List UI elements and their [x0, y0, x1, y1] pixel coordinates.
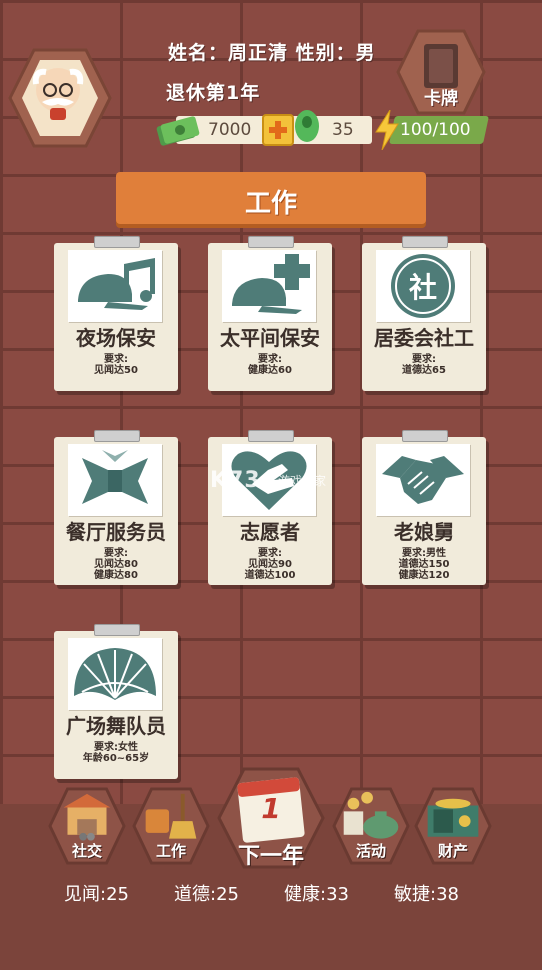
job-requirement: 年龄60~65岁 [82, 753, 150, 764]
nav-work-button[interactable]: 工作 [132, 786, 212, 868]
badge-character: 社 [408, 271, 437, 304]
job-title: 居委会社工 [374, 326, 474, 350]
job-requirement: 要求:女性 [94, 742, 138, 753]
job-title: 广场舞队员 [66, 714, 166, 738]
gems-value: 35 [332, 120, 354, 140]
nav-activity-label: 活动 [355, 842, 386, 860]
add-gems-button[interactable] [262, 114, 294, 146]
stat-health: 健康:33 [284, 884, 349, 905]
player-name-gender: 姓名：周正清 性别：男 [168, 42, 376, 64]
job-icon-frame [68, 638, 162, 710]
plus-icon [269, 121, 287, 139]
stat-agility: 敏捷:38 [394, 884, 459, 905]
paper-clip [94, 236, 140, 248]
job-requirement: 要求: [104, 548, 128, 559]
job-title: 老娘舅 [394, 520, 454, 544]
job-requirement: 要求: [258, 354, 282, 365]
next-year-label: 下一年 [237, 844, 304, 869]
next-year-button[interactable]: 1 下一年 [216, 766, 326, 870]
nav-social-button[interactable]: 社交 [48, 786, 128, 868]
paper-clip [248, 430, 294, 442]
watermark-text: 游戏之家 [278, 474, 327, 488]
energy-value: 100/100 [400, 120, 471, 140]
money-value: 7000 [208, 120, 252, 140]
avatar [32, 68, 84, 120]
cap-music-icon [78, 258, 155, 310]
nav-activity-button[interactable]: 活动 [332, 786, 412, 868]
job-requirement: 道德达100 [244, 570, 296, 581]
lightning-icon [375, 110, 399, 150]
card-pack-label[interactable]: 卡牌 [412, 84, 470, 109]
stat-morality: 道德:25 [174, 884, 239, 905]
job-title: 餐厅服务员 [66, 520, 166, 544]
job-title: 太平间保安 [220, 326, 320, 350]
job-requirement: 要求: [104, 354, 128, 365]
nav-assets-button[interactable]: 财产 [414, 786, 494, 868]
job-icon-frame [376, 444, 470, 516]
money-icon [156, 116, 200, 146]
bowtie-icon [82, 450, 148, 504]
job-requirement: 要求: [412, 354, 436, 365]
job-requirement: 要求: [258, 548, 282, 559]
paper-clip [94, 624, 140, 636]
job-icon-frame [68, 444, 162, 516]
job-requirement: 见闻达90 [248, 559, 292, 570]
paper-clip [402, 236, 448, 248]
job-icon-frame [222, 250, 316, 322]
paper-clip [402, 430, 448, 442]
job-requirement: 要求:男性 [402, 548, 446, 559]
paper-clip [248, 236, 294, 248]
paper-clip [94, 430, 140, 442]
player-status: 退休第1年 [166, 82, 261, 104]
job-requirement: 道德达65 [402, 365, 446, 376]
job-requirement: 道德达150 [398, 559, 450, 570]
job-requirement: 健康达60 [248, 365, 292, 376]
nav-assets-label: 财产 [437, 842, 468, 860]
job-requirement: 健康达120 [398, 570, 450, 581]
fan-icon [74, 648, 156, 700]
calendar-day: 1 [261, 792, 281, 825]
job-title: 志愿者 [240, 520, 300, 544]
job-icon-frame [68, 250, 162, 322]
section-title: 工作 [244, 189, 297, 219]
nav-work-label: 工作 [155, 842, 186, 860]
cap-cross-icon [232, 254, 310, 314]
job-requirement: 见闻达80 [94, 559, 138, 570]
handshake-icon [382, 456, 464, 504]
watermark-logo: K73 [210, 468, 261, 493]
job-requirement: 健康达80 [94, 570, 138, 581]
gem-icon [295, 110, 319, 142]
job-requirement: 见闻达50 [94, 365, 138, 376]
game-screen: 姓名：周正清 性别：男 退休第1年 卡牌 7000 35 100/100 工作 [0, 0, 542, 970]
stat-knowledge: 见闻:25 [64, 884, 129, 905]
nav-social-label: 社交 [71, 842, 102, 860]
job-title: 夜场保安 [76, 326, 156, 350]
